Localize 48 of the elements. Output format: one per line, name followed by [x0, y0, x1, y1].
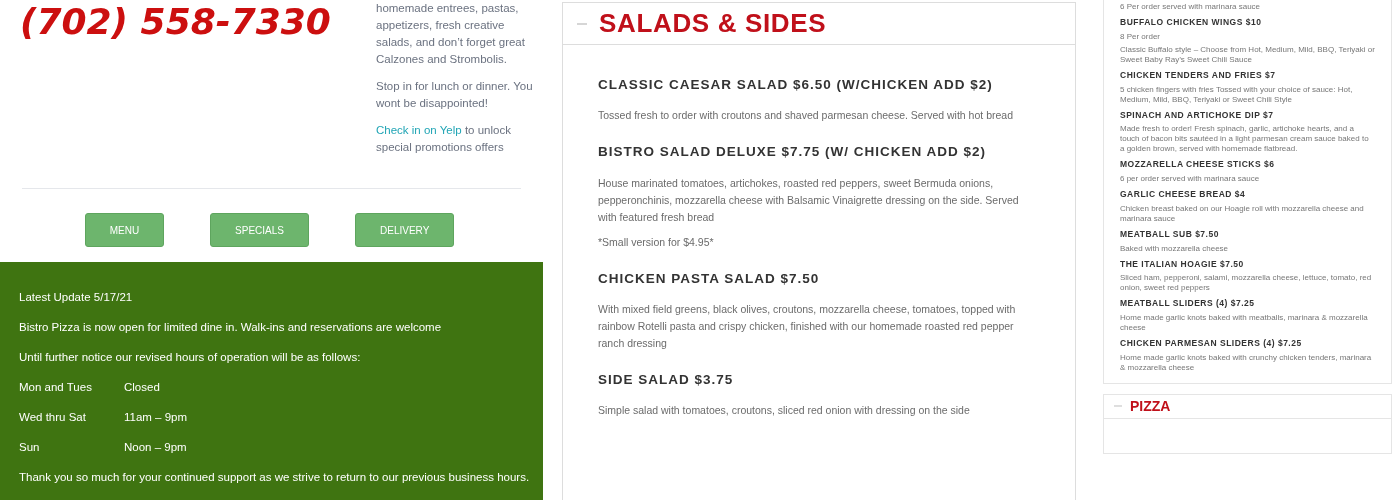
item-title: BUFFALO CHICKEN WINGS $10: [1120, 16, 1263, 29]
item-title: SIDE SALAD $3.75: [598, 370, 735, 389]
hours-label: 11am – 9pm: [124, 410, 188, 425]
notice-text: Until further notice our revised hours of operation will be as follows:: [19, 350, 362, 365]
notice-text: Bistro Pizza is now open for limited dine in. Walk-ins and reservations are welcome: [19, 320, 443, 335]
item-title: CLASSIC CAESAR SALAD $6.50 (W/CHICKEN ADD $2): [598, 76, 994, 94]
section-title: PIZZA: [1130, 396, 1171, 416]
item-description: Home made garlic knots baked with crunchy chicken tenders, marinara & mozzarella cheese: [1120, 352, 1373, 373]
item-description: 6 Per order served with marinara sauce: [1120, 2, 1262, 12]
item-title: MEATBALL SLIDERS (4) $7.25: [1120, 297, 1256, 310]
item-description: 8 Per order: [1120, 31, 1162, 42]
item-description: Chicken breast baked on our Hoagie roll with mozzarella cheese and marinara sauce: [1120, 203, 1365, 224]
phone-number: (702) 558-7330: [20, 0, 331, 44]
yelp-link[interactable]: Check in on Yelp: [376, 124, 462, 136]
nav-button[interactable]: DELIVERY: [355, 213, 455, 247]
item-title: CHICKEN PARMESAN SLIDERS (4) $7.25: [1120, 337, 1303, 350]
item-title: THE ITALIAN HOAGIE $7.50: [1120, 257, 1245, 271]
item-title: CHICKEN PASTA SALAD $7.50: [598, 269, 821, 288]
item-description: With mixed field greens, black olives, croutons, mozzarella cheese, tomatoes, topped with rainbow Rotelli pasta and crispy chicken, finished with our homemade roasted red pepper ranch dressing: [598, 301, 1017, 351]
item-description: Baked with mozzarella cheese: [1120, 243, 1230, 254]
item-description: *Small version for $4.95*: [598, 234, 715, 250]
item-description: Classic Buffalo style – Choose from Hot, Medium, Mild, BBQ, Teriyaki or Sweet Baby Ray’s Sweet Chili Sauce: [1120, 44, 1375, 65]
item-description: Tossed fresh to order with croutons and shaved parmesan cheese. Served with hot bread: [598, 108, 1014, 124]
item-title: CHICKEN TENDERS AND FRIES $7: [1120, 68, 1277, 82]
item-description: Home made garlic knots baked with meatballs, marinara & mozzarella cheese: [1120, 313, 1369, 333]
item-title: BISTRO SALAD DELUXE $7.75 (W/ CHICKEN ADD $2): [598, 143, 988, 162]
intro-paragraph: Stop in for lunch or dinner. You wont be disappointed!: [376, 79, 534, 111]
intro-paragraph: Check in on Yelp to unlock special promotions offers: [376, 123, 512, 155]
item-title: SPINACH AND ARTICHOKE DIP $7: [1120, 108, 1275, 122]
item-title: MEATBALL SUB $7.50: [1120, 227, 1220, 241]
item-description: Made fresh to order! Fresh spinach, garlic, artichoke hearts, and a touch of bacon bits sautéed in a light parmesan cream sauce baked to a golden brown, served with homemade flatbread.: [1120, 124, 1370, 155]
section-title: SALADS & SIDES: [599, 7, 827, 40]
notice-text: Latest Update 5/17/21: [19, 290, 134, 305]
day-label: Mon and Tues: [19, 380, 93, 395]
item-description: 5 chicken fingers with fries Tossed with your choice of sauce: Hot, Medium, Mild, BBQ, Teriyaki or Sweet Chili Style: [1120, 84, 1354, 105]
item-description: Simple salad with tomatoes, croutons, sliced red onion with dressing on the side: [598, 403, 971, 418]
intro-paragraph: homemade entrees, pastas, appetizers, fresh creative salads, and don’t forget great Calzones and Strombolis.: [376, 1, 526, 67]
nav-button[interactable]: SPECIALS: [210, 213, 310, 247]
item-description: Sliced ham, pepperoni, salami, mozzarella cheese, lettuce, tomato, red onion, sweet red peppers: [1120, 273, 1373, 294]
item-description: 6 per order served with marinara sauce: [1120, 174, 1261, 184]
day-label: Wed thru Sat: [19, 410, 87, 425]
nav-button[interactable]: MENU: [84, 213, 165, 247]
day-label: Sun: [19, 440, 41, 455]
hours-label: Noon – 9pm: [124, 440, 187, 455]
item-description: House marinated tomatoes, artichokes, roasted red peppers, sweet Bermuda onions, pepperonchinis, mozzarella cheese with Balsamic Vinaigrette dressing on the side. Served with featured fresh bread: [598, 175, 1020, 225]
item-title: GARLIC CHEESE BREAD $4: [1120, 188, 1247, 201]
hours-label: Closed: [124, 380, 160, 395]
item-title: MOZZARELLA CHEESE STICKS $6: [1120, 158, 1276, 171]
